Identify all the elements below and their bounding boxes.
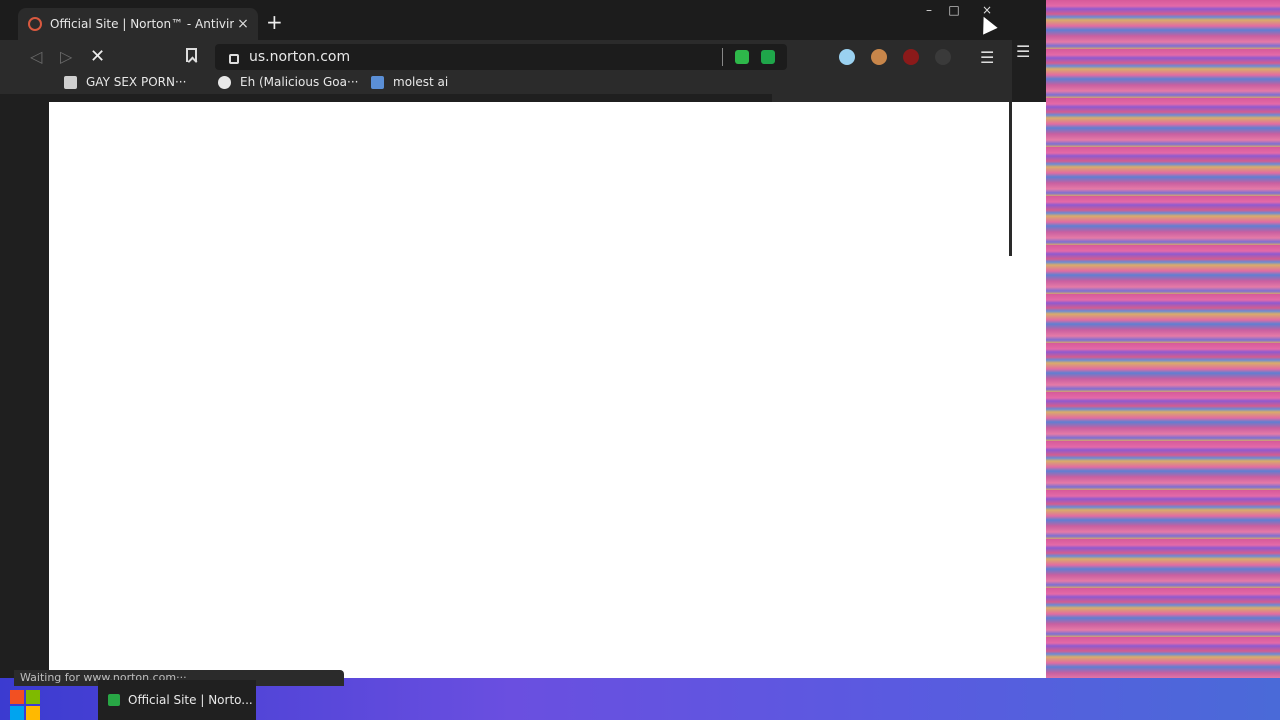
- tab-norton[interactable]: Official Site | Norton™ - Antiviru ×: [18, 8, 258, 40]
- tab-close-icon[interactable]: ×: [234, 16, 252, 32]
- shield-extension-icon[interactable]: [761, 50, 775, 64]
- taskbar-item-label: Official Site | Norto...: [128, 693, 253, 707]
- stop-loading-button[interactable]: ✕: [90, 46, 105, 67]
- browser-taskbar-icon: [108, 694, 120, 706]
- bookmark-item[interactable]: molest ai: [371, 75, 448, 89]
- new-tab-button[interactable]: +: [266, 12, 283, 32]
- scrollbar[interactable]: [1009, 102, 1012, 256]
- bookmark-label: Eh (Malicious Goa···: [240, 75, 359, 89]
- url-separator: [722, 48, 723, 66]
- globe-icon: [218, 75, 231, 89]
- extension-icon[interactable]: [935, 49, 951, 65]
- green-chat-extension-icon[interactable]: [735, 50, 749, 64]
- bookmark-label: molest ai: [393, 75, 449, 89]
- ublock-extension-icon[interactable]: [903, 49, 919, 65]
- bookmark-page-icon[interactable]: [186, 48, 197, 62]
- tab-title: Official Site | Norton™ - Antiviru: [50, 17, 234, 31]
- taskbar-browser-item[interactable]: Official Site | Norto...: [98, 680, 256, 720]
- minimize-button[interactable]: –: [916, 2, 942, 18]
- windows-start-icon[interactable]: [10, 688, 44, 720]
- page-content[interactable]: [49, 102, 1046, 678]
- bookmarks-bar: GAY SEX PORN··· Eh (Malicious Goa··· mol…: [0, 74, 1012, 94]
- maximize-button[interactable]: □: [941, 2, 967, 18]
- forward-button[interactable]: ▷: [60, 48, 72, 66]
- desktop-background: [1046, 0, 1280, 720]
- address-bar[interactable]: us.norton.com: [215, 44, 787, 70]
- bookmark-item[interactable]: Eh (Malicious Goa···: [218, 75, 358, 89]
- loading-favicon-icon: [28, 17, 42, 31]
- bookmark-item[interactable]: GAY SEX PORN···: [64, 75, 186, 89]
- avatar-extension-icon[interactable]: [871, 49, 887, 65]
- outer-menu-icon[interactable]: ☰: [1016, 42, 1030, 61]
- site-favicon-icon: [371, 75, 384, 89]
- browser-menu-button[interactable]: ☰: [980, 48, 994, 67]
- bookmark-label: GAY SEX PORN···: [86, 75, 187, 89]
- bookmark-favicon-icon: [64, 75, 77, 89]
- url-text[interactable]: us.norton.com: [249, 49, 722, 65]
- lock-icon[interactable]: [229, 54, 239, 64]
- navigation-toolbar: ◁ ▷ ✕ us.norton.com ☰: [0, 40, 1012, 74]
- title-bar: Official Site | Norton™ - Antiviru × + –…: [0, 0, 1046, 40]
- browser-window: Official Site | Norton™ - Antiviru × + –…: [0, 0, 1046, 678]
- trans-flag-extension-icon[interactable]: [839, 49, 855, 65]
- back-button[interactable]: ◁: [30, 48, 42, 66]
